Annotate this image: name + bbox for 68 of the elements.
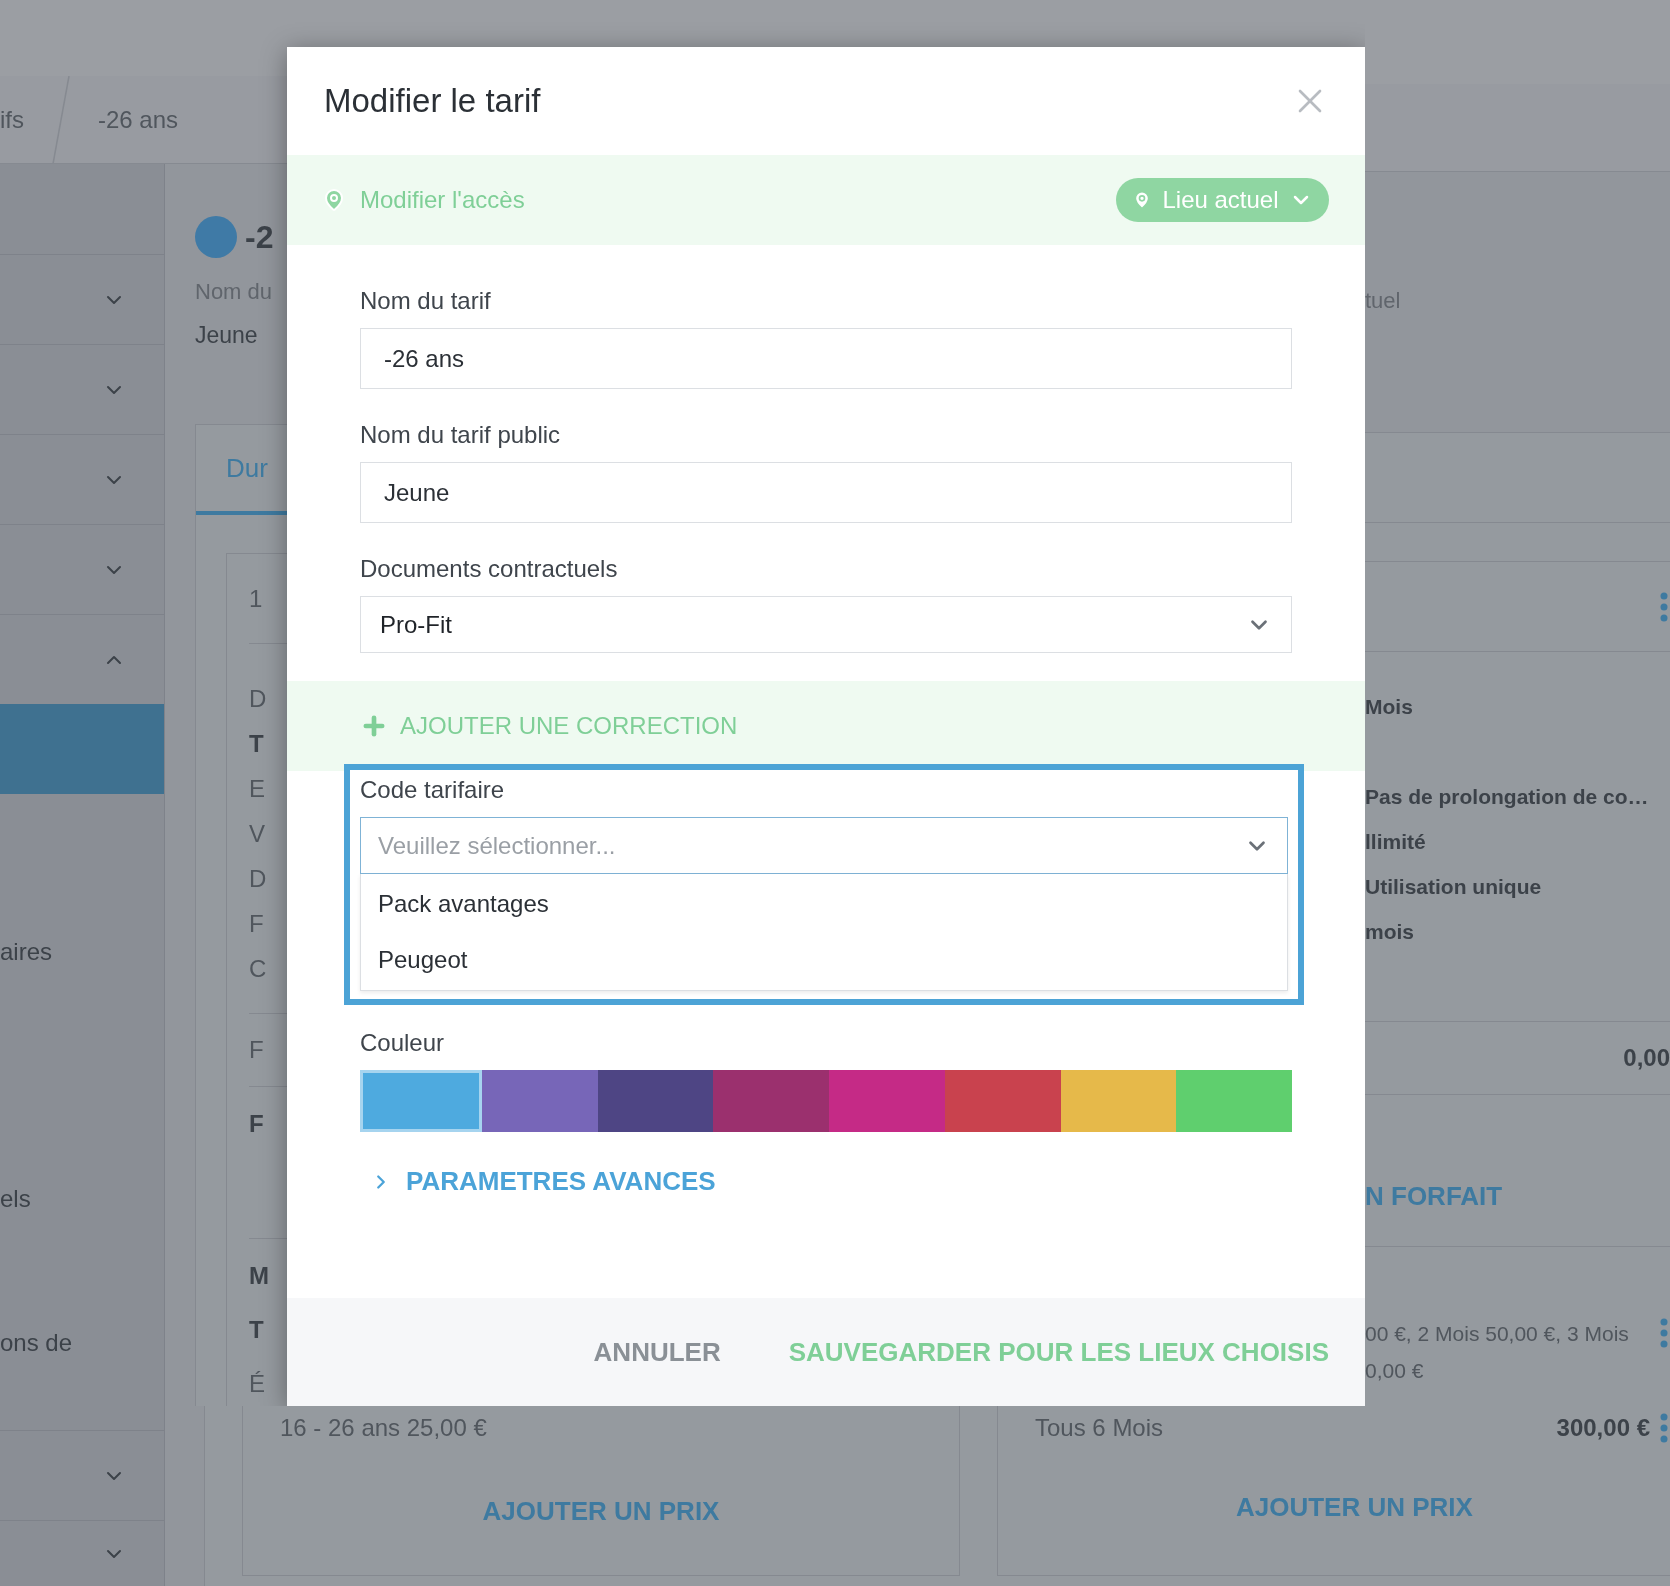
dropdown-option[interactable]: Peugeot (361, 932, 1287, 988)
card-text: D (249, 683, 267, 714)
card-text: T (249, 728, 264, 759)
price-text: 00 €, 2 Mois 50,00 €, 3 Mois (1365, 1321, 1630, 1347)
field-value: Jeune (195, 321, 259, 350)
price-text: Tous 6 Mois (1035, 1413, 1164, 1443)
more-icon[interactable] (1660, 1318, 1668, 1348)
card-text: mois (1365, 918, 1414, 945)
price-text: 16 - 26 ans 25,00 € (279, 1413, 488, 1443)
breadcrumb-item[interactable]: ifs (0, 101, 52, 138)
tariff-title: -2 (245, 217, 274, 257)
card-text: Mois (1365, 693, 1413, 720)
card-title: 1 (249, 583, 263, 614)
card-text: Pas de prolongation de co… (1365, 783, 1649, 810)
color-swatch[interactable] (1176, 1070, 1292, 1132)
breadcrumb-item[interactable]: -26 ans (98, 101, 179, 138)
more-icon[interactable] (1660, 1413, 1668, 1443)
card-text: E (249, 773, 265, 804)
sidebar-item[interactable]: aires (0, 794, 164, 1110)
field-label: Nom du tarif (360, 286, 492, 316)
color-swatch[interactable] (713, 1070, 829, 1132)
modal-title: Modifier le tarif (324, 81, 541, 122)
access-label: Modifier l'accès (360, 185, 525, 215)
more-icon[interactable] (1660, 591, 1668, 622)
card-text: llimité (1365, 828, 1426, 855)
text-field[interactable]: -26 ans (360, 328, 1292, 389)
price-amount: 300,00 € (1556, 1413, 1650, 1443)
sidebar-item-label: aires (0, 937, 53, 967)
color-swatch[interactable] (481, 1070, 598, 1132)
sidebar-item[interactable]: ons de (0, 1288, 164, 1398)
color-swatch[interactable] (1060, 1070, 1177, 1132)
advanced-settings-toggle[interactable]: PARAMETRES AVANCES (360, 1162, 716, 1201)
field-label: Documents contractuels (360, 554, 619, 584)
color-swatch[interactable] (597, 1070, 714, 1132)
add-correction-button[interactable]: AJOUTER UNE CORRECTION (360, 708, 738, 744)
location-pin-icon (322, 186, 346, 214)
field-label: Nom du tarif public (360, 420, 562, 450)
sidebar-item-label: els (0, 1184, 31, 1214)
card-text: Utilisation unique (1365, 873, 1542, 900)
price-text: 0,00 € (1365, 1358, 1425, 1384)
card-text: F (249, 1108, 264, 1139)
card-text: F (249, 908, 264, 939)
color-swatch[interactable] (360, 1070, 482, 1132)
add-price-button[interactable]: AJOUTER UN PRIX (1236, 1488, 1473, 1527)
text-field[interactable]: Jeune (360, 462, 1292, 523)
dropdown-option[interactable]: Pack avantages (361, 876, 1287, 932)
add-price-button[interactable]: AJOUTER UN PRIX (482, 1492, 720, 1531)
field-label: Code tarifaire (360, 775, 506, 805)
card-text: V (249, 818, 265, 849)
color-swatch[interactable] (944, 1070, 1061, 1132)
card-text: F (249, 1035, 264, 1065)
location-dropdown[interactable]: Lieu actuel (1116, 178, 1329, 222)
select-field[interactable]: Pro-Fit (360, 596, 1292, 653)
sidebar-item[interactable] (0, 704, 164, 794)
color-swatch[interactable] (829, 1070, 945, 1132)
card-text: M (249, 1260, 269, 1291)
save-button[interactable]: SAUVEGARDER POUR LES LIEUX CHOISIS (788, 1332, 1329, 1372)
card-text: T (249, 1314, 264, 1345)
field-label: Couleur (360, 1028, 446, 1058)
sidebar-item-label: ons de (0, 1328, 73, 1358)
sidebar-item[interactable]: els (0, 1110, 164, 1288)
card-text: É (249, 1368, 265, 1399)
add-package-link[interactable]: N FORFAIT (1365, 1181, 1503, 1211)
card-text: C (249, 953, 267, 984)
select-field[interactable]: Veuillez sélectionner... (360, 817, 1288, 874)
card-text: D (249, 863, 267, 894)
cancel-button[interactable]: ANNULER (593, 1332, 721, 1372)
card-text: 0,00 (1623, 1043, 1670, 1073)
